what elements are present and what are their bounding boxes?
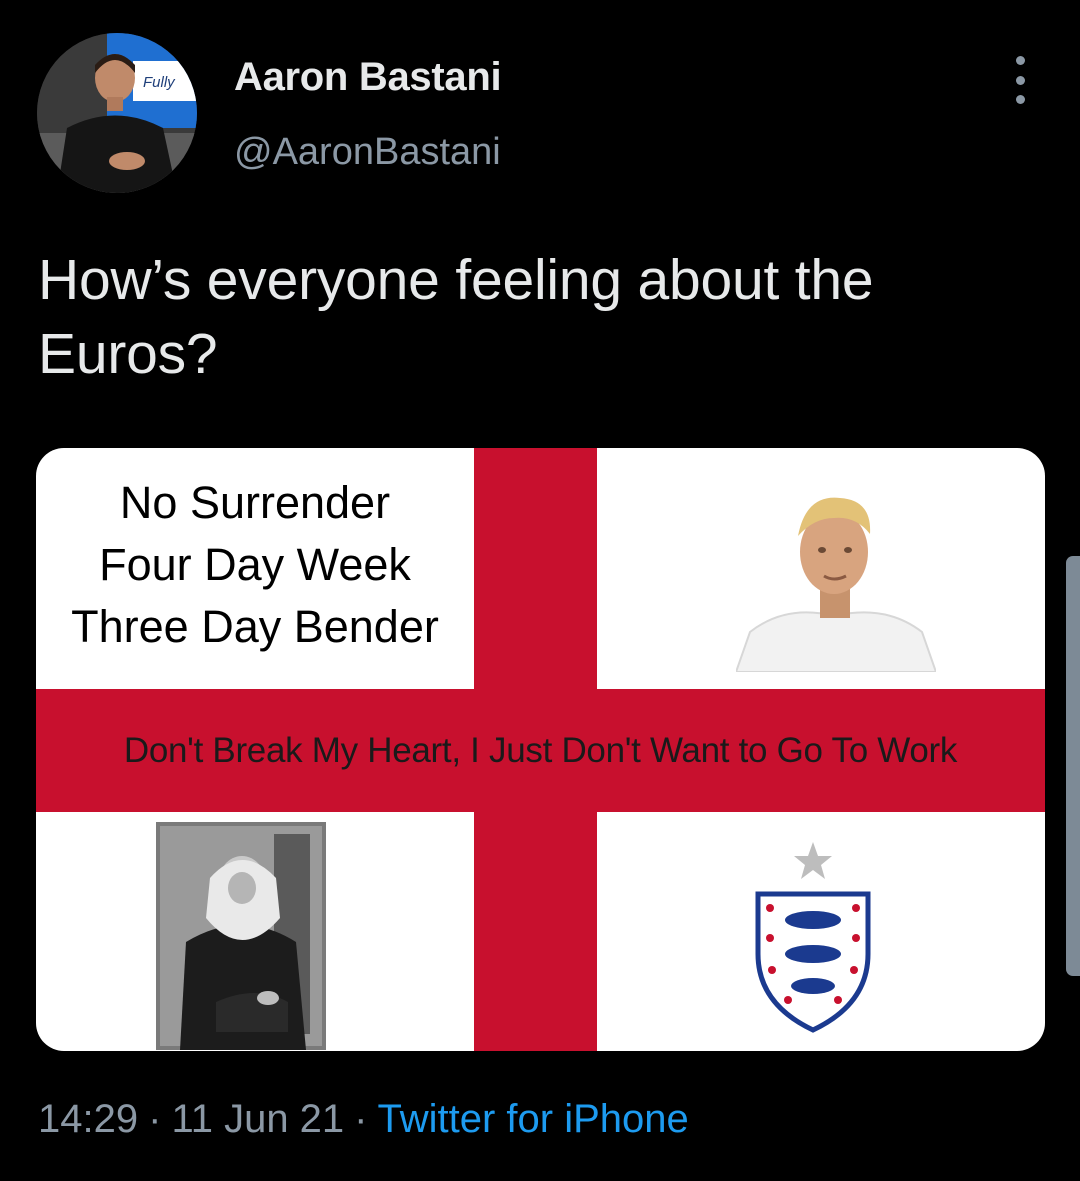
separator-dot: · [354, 1097, 368, 1141]
portrait-photo [156, 822, 326, 1050]
meme-quote-line: No Surrender [119, 477, 391, 528]
tweet-media-image[interactable]: No Surrender Four Day Week Three Day Ben… [36, 448, 1045, 1051]
tweet-date[interactable]: 11 Jun 21 [171, 1097, 344, 1141]
meme-quote-line: Three Day Bender [71, 601, 439, 652]
meme-banner-text: Don't Break My Heart, I Just Don't Want … [123, 731, 958, 770]
display-name[interactable]: Aaron Bastani [234, 54, 502, 100]
star-icon [794, 842, 832, 879]
separator-dot: · [148, 1097, 162, 1141]
more-vertical-icon[interactable] [1000, 56, 1040, 104]
england-crest [755, 842, 871, 1033]
tweet-metadata: 14:29 · 11 Jun 21 · Twitter for iPhone [38, 1094, 689, 1144]
avatar[interactable]: Fully [37, 33, 197, 193]
tweet-source-link[interactable]: Twitter for iPhone [378, 1097, 689, 1141]
tweet-time[interactable]: 14:29 [38, 1097, 138, 1141]
avatar-sign-text: Fully [143, 74, 176, 91]
user-handle[interactable]: @AaronBastani [234, 130, 501, 174]
scrollbar-thumb[interactable] [1066, 556, 1080, 976]
tweet-text: How’s everyone feeling about the Euros? [38, 248, 874, 386]
meme-quote-line: Four Day Week [99, 539, 411, 590]
footballer-photo [736, 497, 936, 672]
meme-quote-lines: No Surrender Four Day Week Three Day Ben… [36, 472, 474, 658]
